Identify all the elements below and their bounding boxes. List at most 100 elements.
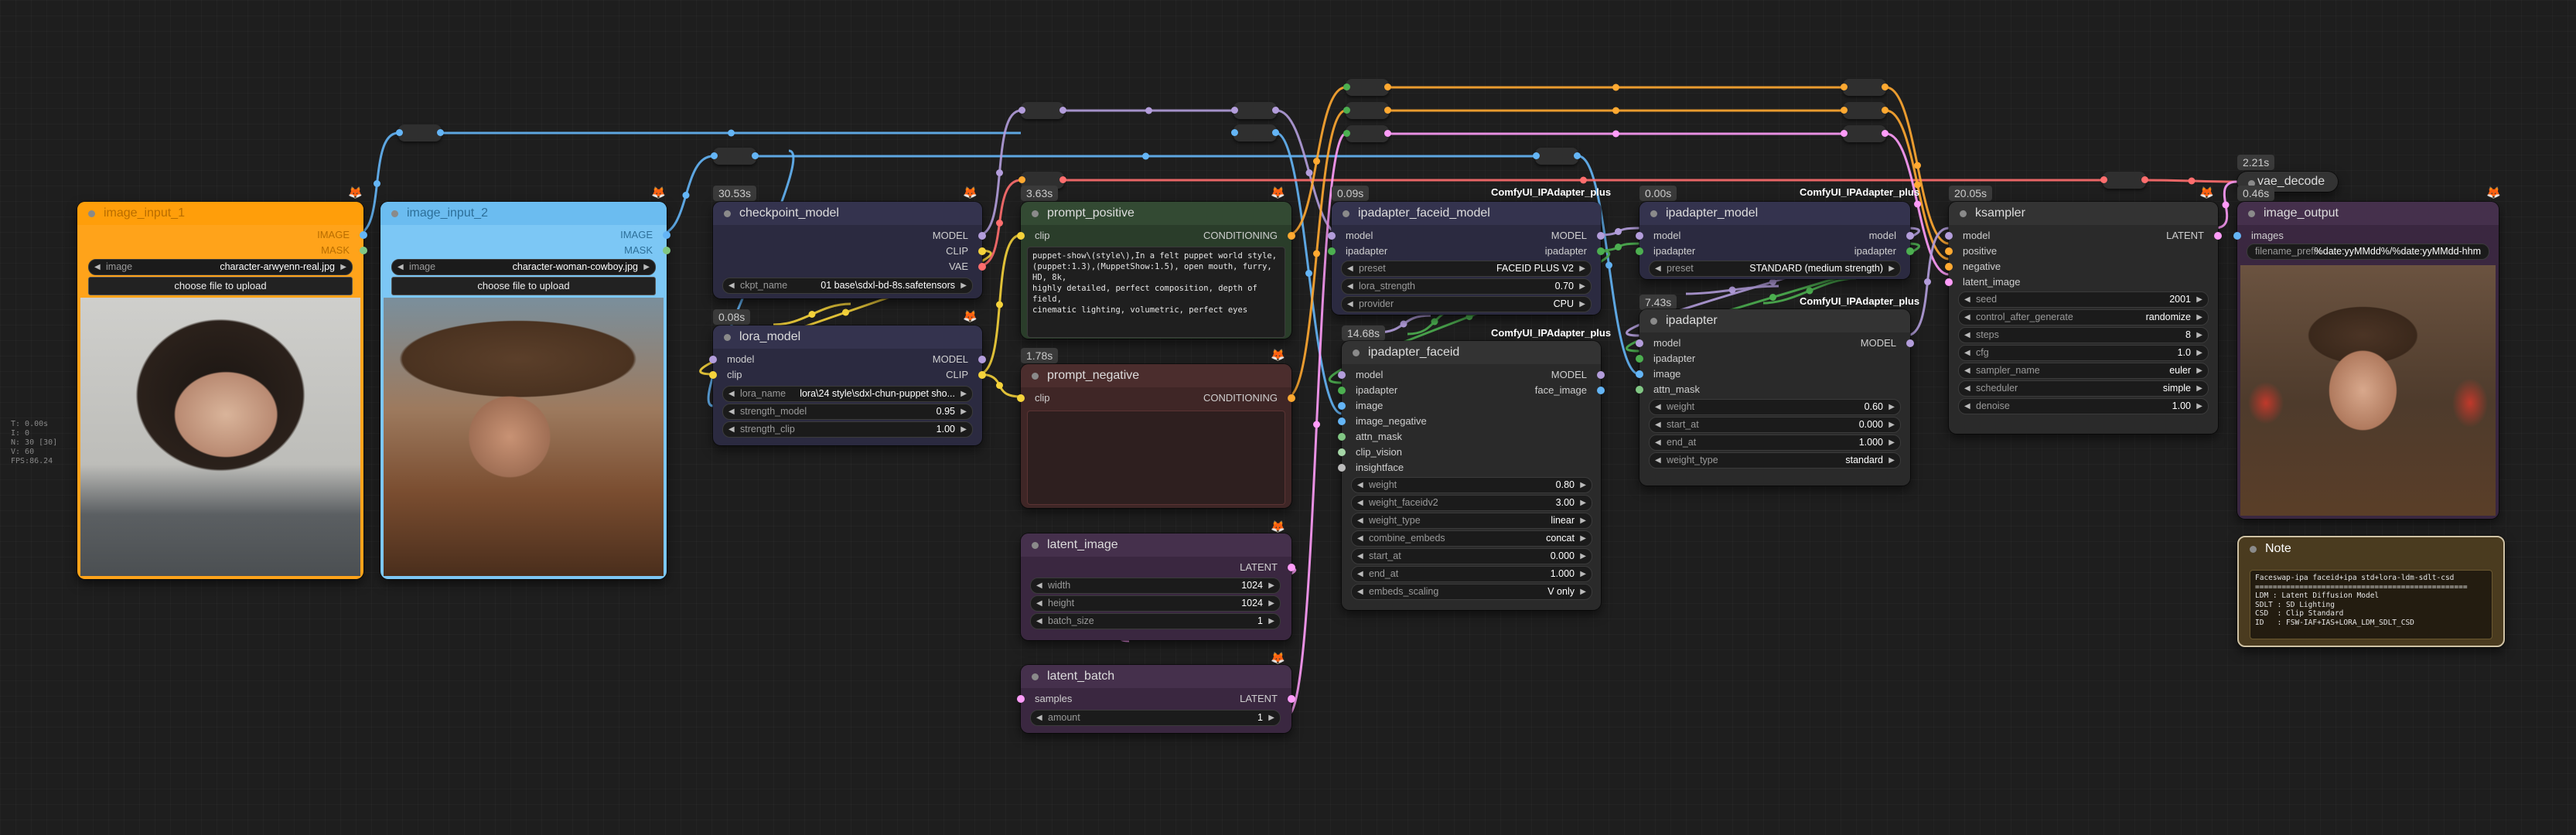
weight-type-select[interactable]: ◀ weight_type linear ▶ <box>1351 513 1592 529</box>
link-midpoint[interactable] <box>1305 169 1313 176</box>
link-midpoint[interactable] <box>1313 421 1320 428</box>
node-title[interactable]: latent_image <box>1021 533 1291 557</box>
link-midpoint[interactable] <box>996 169 1003 176</box>
input-ipadapter[interactable]: ipadapter <box>1636 244 1695 259</box>
note-text[interactable]: Faceswap-ipa faceid+ipa std+lora-ldm-sdl… <box>2250 570 2492 639</box>
link-midpoint[interactable] <box>808 311 816 318</box>
input-model[interactable]: model <box>1636 336 1680 351</box>
node-prompt-negative[interactable]: prompt_negative clip CONDITIONING <box>1017 364 1295 508</box>
weight-type-select[interactable]: ◀ weight_type standard ▶ <box>1649 452 1901 469</box>
node-image-input-1[interactable]: image_input_1 IMAGE MASK ◀ image character… <box>77 202 367 579</box>
embeds-scaling-select[interactable]: ◀ embeds_scaling V only ▶ <box>1351 584 1592 600</box>
link-midpoint[interactable] <box>1400 320 1407 328</box>
node-title[interactable]: latent_batch <box>1021 665 1291 688</box>
reroute-node[interactable] <box>1231 102 1279 119</box>
input-clip[interactable]: clip <box>709 367 742 383</box>
node-image-input-2[interactable]: image_input_2 IMAGE MASK ◀ image character… <box>380 202 670 579</box>
preset-select[interactable]: ◀ preset FACEID PLUS V2 ▶ <box>1341 261 1592 277</box>
node-ipadapter[interactable]: ipadapter model ipadapter image attn_mas… <box>1636 309 1914 486</box>
input-insightface[interactable]: insightface <box>1338 460 1404 475</box>
input-samples[interactable]: samples <box>1017 691 1072 707</box>
link-midpoint[interactable] <box>1313 158 1320 165</box>
node-ipadapter-faceid[interactable]: ipadapter_faceid model ipadapter image i… <box>1338 341 1605 610</box>
reroute-node[interactable] <box>1343 102 1391 119</box>
node-note[interactable]: Note Faceswap-ipa faceid+ipa std+lora-ld… <box>2237 536 2505 647</box>
output-conditioning[interactable]: CONDITIONING <box>1203 228 1295 244</box>
input-model[interactable]: model <box>709 352 754 367</box>
control-after-generate-select[interactable]: ◀ control_after_generate randomize ▶ <box>1958 309 2209 325</box>
output-latent[interactable]: LATENT <box>1240 691 1295 707</box>
prompt-text[interactable] <box>1027 411 1285 505</box>
output-latent[interactable]: LATENT <box>2166 228 2222 244</box>
ckpt-name-select[interactable]: ◀ ckpt_name 01 base\sdxl-bd-8s.safetensors… <box>722 278 973 294</box>
node-title[interactable]: ipadapter_faceid_model <box>1332 202 1601 225</box>
reroute-node[interactable] <box>1343 79 1391 96</box>
prompt-text[interactable]: puppet-show\(style\),In a felt puppet wo… <box>1027 247 1285 338</box>
output-image[interactable]: IMAGE <box>317 227 367 243</box>
link-midpoint[interactable] <box>996 301 1003 308</box>
link-midpoint[interactable] <box>1728 286 1736 294</box>
reroute-node[interactable] <box>1018 102 1066 119</box>
link-midpoint[interactable] <box>1305 270 1312 277</box>
width-input[interactable]: ◀ width 1024 ▶ <box>1030 578 1281 594</box>
input-ipadapter[interactable]: ipadapter <box>1328 244 1387 259</box>
output-model[interactable]: MODEL <box>1861 336 1914 351</box>
image-select[interactable]: ◀ image character-arwyenn-real.jpg ▶ <box>88 259 353 275</box>
link-midpoint[interactable] <box>1914 162 1921 169</box>
start-at-input[interactable]: ◀ start_at 0.000 ▶ <box>1351 548 1592 564</box>
link-midpoint[interactable] <box>682 192 690 199</box>
lora-name-select[interactable]: ◀ lora_name lora\24 style\sdxl-chun-puppet… <box>722 386 973 402</box>
node-prompt-positive[interactable]: prompt_positive clip CONDITIONING puppet… <box>1017 202 1295 339</box>
reroute-node[interactable] <box>1841 79 1888 96</box>
input-model[interactable]: model <box>1338 367 1383 383</box>
output-mask[interactable]: MASK <box>321 243 367 258</box>
output-mask[interactable]: MASK <box>624 243 670 258</box>
link-midpoint[interactable] <box>996 220 1003 227</box>
input-negative[interactable]: negative <box>1945 259 2001 274</box>
input-image[interactable]: image <box>1338 398 1383 414</box>
node-title[interactable]: ipadapter_faceid <box>1342 341 1601 364</box>
strength-model-input[interactable]: ◀ strength_model 0.95 ▶ <box>722 404 973 420</box>
node-title[interactable]: checkpoint_model <box>713 202 982 225</box>
lora-strength-input[interactable]: ◀ lora_strength 0.70 ▶ <box>1341 278 1592 295</box>
output-vae[interactable]: VAE <box>949 259 986 274</box>
reroute-node[interactable] <box>1841 102 1888 119</box>
node-title[interactable]: image_input_2 <box>380 202 667 225</box>
link-midpoint[interactable] <box>1615 228 1622 235</box>
image-select[interactable]: ◀ image character-woman-cowboy.jpg ▶ <box>391 259 656 275</box>
link-midpoint[interactable] <box>842 308 849 316</box>
node-lora-model[interactable]: lora_model model clip MODEL CLIP ◀ lora_n… <box>709 325 986 445</box>
link-midpoint[interactable] <box>1313 250 1320 257</box>
denoise-input[interactable]: ◀ denoise 1.00 ▶ <box>1958 398 2209 414</box>
node-title[interactable]: prompt_negative <box>1021 364 1291 387</box>
link-midpoint[interactable] <box>2222 201 2230 209</box>
seed-input[interactable]: ◀ seed 2001 ▶ <box>1958 291 2209 308</box>
output-conditioning[interactable]: CONDITIONING <box>1203 390 1295 406</box>
reroute-node[interactable] <box>2100 172 2148 189</box>
weight-input[interactable]: ◀ weight 0.80 ▶ <box>1351 477 1592 493</box>
link-midpoint[interactable] <box>374 180 380 187</box>
batch-size-input[interactable]: ◀ batch_size 1 ▶ <box>1030 613 1281 629</box>
node-latent-image[interactable]: latent_image LATENT ◀ width 1024 ▶ ◀ height 1… <box>1021 533 1295 640</box>
upload-button[interactable]: choose file to upload <box>391 277 656 295</box>
link-midpoint[interactable] <box>1605 261 1612 269</box>
node-ipadapter-faceid-model[interactable]: ipadapter_faceid_model model ipadapter M… <box>1328 202 1605 315</box>
input-clip-vision[interactable]: clip_vision <box>1338 445 1402 460</box>
link-midpoint[interactable] <box>1806 287 1813 295</box>
link-midpoint[interactable] <box>1914 200 1921 208</box>
end-at-input[interactable]: ◀ end_at 1.000 ▶ <box>1649 435 1901 451</box>
height-input[interactable]: ◀ height 1024 ▶ <box>1030 595 1281 612</box>
link-midpoint[interactable] <box>1924 278 1931 285</box>
input-model[interactable]: model <box>1636 228 1680 244</box>
weight-faceidv2-input[interactable]: ◀ weight_faceidv2 3.00 ▶ <box>1351 495 1592 511</box>
output-clip[interactable]: CLIP <box>946 244 986 259</box>
node-image-output[interactable]: image_output images filename_prefix %date… <box>2233 202 2499 519</box>
output-model[interactable]: MODEL <box>933 352 986 367</box>
link-midpoint[interactable] <box>1769 278 1776 285</box>
output-model[interactable]: MODEL <box>1551 228 1605 244</box>
provider-select[interactable]: ◀ provider CPU ▶ <box>1341 296 1592 312</box>
input-latent-image[interactable]: latent_image <box>1945 274 2020 290</box>
output-model[interactable]: MODEL <box>933 228 986 244</box>
end-at-input[interactable]: ◀ end_at 1.000 ▶ <box>1351 566 1592 582</box>
steps-input[interactable]: ◀ steps 8 ▶ <box>1958 327 2209 343</box>
